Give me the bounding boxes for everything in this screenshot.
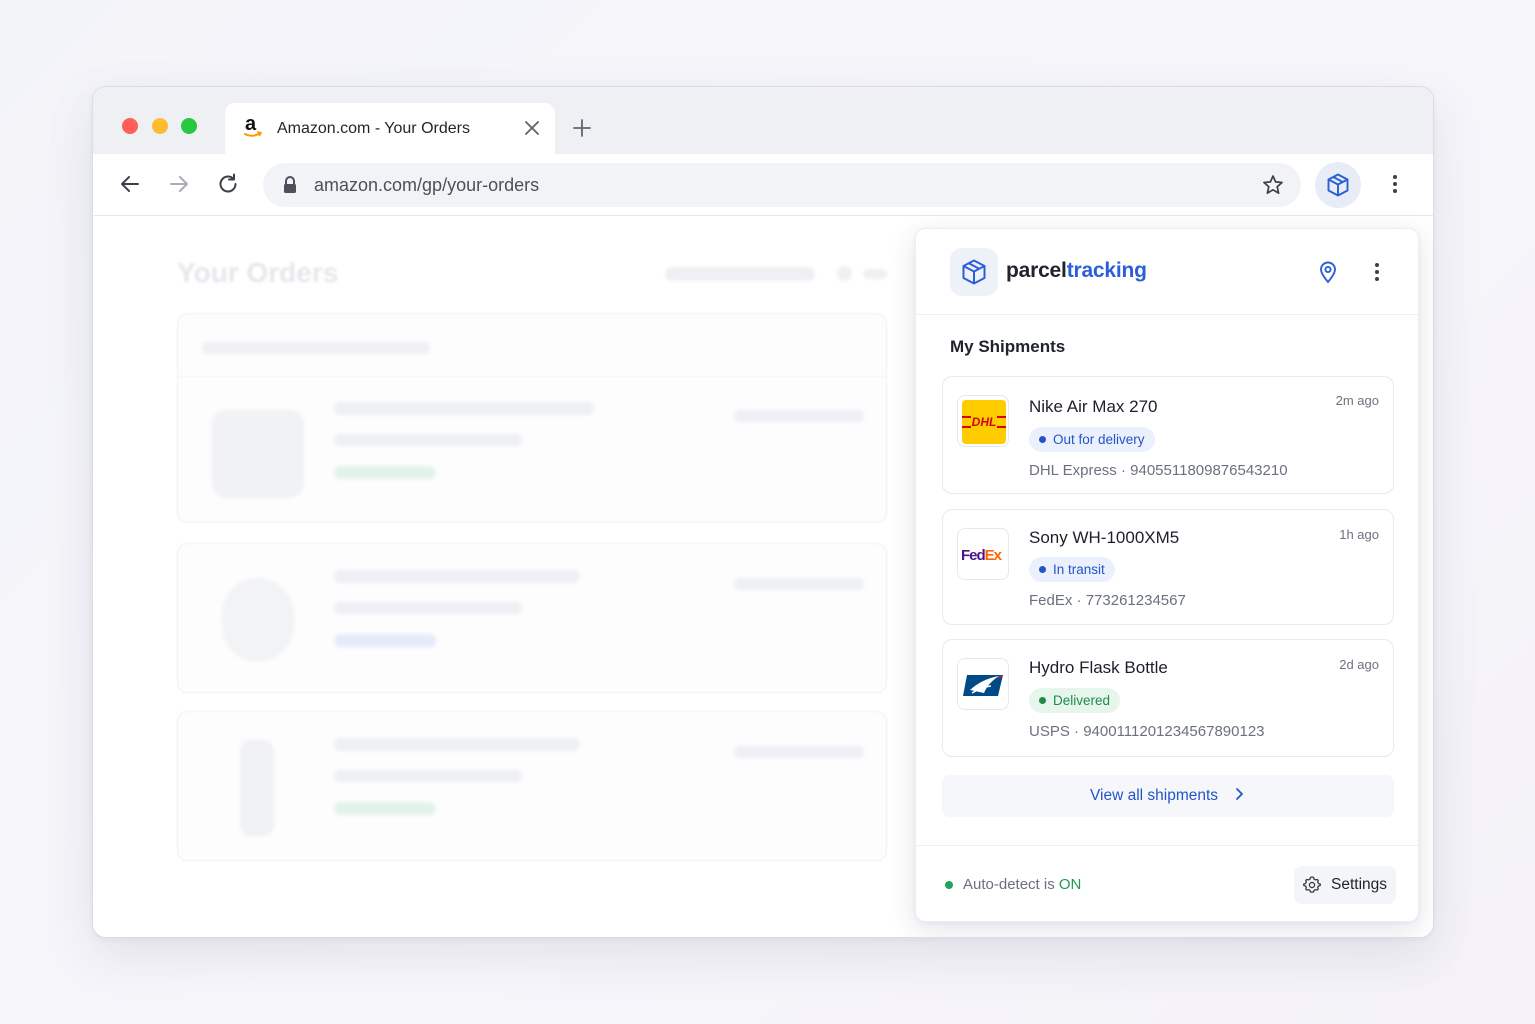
shipment-time: 2m ago [1335, 393, 1379, 408]
view-all-shipments-button[interactable]: View all shipments [942, 775, 1394, 817]
skeleton-bar [734, 746, 864, 758]
more-options-icon[interactable] [1366, 260, 1388, 284]
reload-icon[interactable] [216, 172, 240, 196]
skeleton-bar [334, 634, 436, 647]
browser-toolbar: amazon.com/gp/your-orders [93, 154, 1433, 216]
lock-icon [284, 176, 296, 193]
package-icon [1327, 173, 1349, 197]
shipment-meta: FedEx · 773261234567 [1029, 592, 1186, 609]
order-card-ghost [177, 543, 887, 693]
skeleton-bar [334, 602, 522, 614]
url-text: amazon.com/gp/your-orders [314, 175, 540, 195]
forward-arrow-icon[interactable] [167, 172, 191, 196]
amazon-favicon-icon: a [244, 113, 263, 137]
tab-strip: a Amazon.com - Your Orders [93, 87, 1433, 154]
order-card-ghost [177, 711, 887, 861]
view-all-label: View all shipments [1089, 787, 1219, 804]
popup-header: parceltracking [916, 229, 1418, 315]
new-tab-icon[interactable] [571, 117, 593, 139]
minimize-window-button[interactable] [152, 118, 168, 134]
usps-logo [957, 658, 1009, 710]
dhl-logo-icon: DHL [962, 400, 1006, 444]
page-heading: Your Orders [177, 257, 339, 288]
shipment-time: 1h ago [1339, 527, 1379, 542]
skeleton-bar [202, 342, 430, 354]
settings-button[interactable]: Settings [1294, 866, 1396, 904]
skeleton-bar [734, 578, 864, 590]
skeleton-bar [334, 738, 580, 751]
shipment-card[interactable]: FedEx . Sony WH-1000XM5 1h ago In transi… [942, 509, 1394, 625]
browser-menu-icon[interactable] [1383, 172, 1407, 196]
skeleton-bar [334, 434, 522, 446]
section-title: My Shipments [950, 337, 1066, 356]
brand-logo [950, 248, 998, 296]
skeleton-dot [837, 266, 852, 281]
status-indicator-dot [945, 881, 953, 889]
shipment-meta: USPS · 9400111201234567890123 [1029, 723, 1265, 740]
maximize-window-button[interactable] [181, 118, 197, 134]
address-bar[interactable]: amazon.com/gp/your-orders [263, 163, 1301, 207]
parcel-extension-button[interactable] [1315, 162, 1361, 208]
fedex-logo-icon: FedEx . [961, 547, 1004, 564]
shipment-card[interactable]: Hydro Flask Bottle 2d ago Delivered USPS… [942, 639, 1394, 757]
package-icon [962, 259, 986, 285]
close-tab-icon[interactable] [523, 119, 541, 137]
svg-text:FedEx: FedEx [961, 547, 1003, 564]
browser-window: a Amazon.com - Your Orders amazon.com/gp… [92, 86, 1434, 938]
auto-detect-status: Auto-detect is ON [963, 876, 1082, 893]
product-image-ghost [240, 740, 274, 836]
status-badge: Out for delivery [1029, 427, 1155, 452]
product-image-ghost [212, 410, 304, 498]
skeleton-bar [863, 269, 887, 279]
shipment-meta: DHL Express · 9405511809876543210 [1029, 462, 1288, 479]
shipment-name: Hydro Flask Bottle [1029, 658, 1168, 677]
shipment-name: Sony WH-1000XM5 [1029, 528, 1180, 547]
fedex-logo: FedEx . [957, 528, 1009, 580]
chevron-right-icon [1236, 788, 1243, 800]
svg-text:.: . [1001, 556, 1002, 562]
skeleton-bar [334, 770, 522, 782]
skeleton-bar [665, 267, 815, 281]
brand-name: parceltracking [1006, 259, 1147, 282]
settings-label: Settings [1331, 876, 1388, 893]
shipment-name: Nike Air Max 270 [1029, 397, 1158, 416]
popup-footer: Auto-detect is ON Settings [916, 845, 1418, 923]
dhl-logo: DHL [957, 395, 1009, 447]
bookmark-star-icon[interactable] [1261, 173, 1285, 197]
skeleton-bar [334, 402, 594, 415]
gear-icon [1303, 876, 1321, 893]
shipment-card[interactable]: DHL Nike Air Max 270 2m ago Out for deli… [942, 376, 1394, 494]
parcel-tracking-popup: parceltracking My Shipments DHL Nike Air… [915, 228, 1419, 922]
close-window-button[interactable] [122, 118, 138, 134]
usps-eagle-logo-icon [963, 675, 1003, 696]
svg-text:DHL: DHL [972, 415, 997, 429]
tab-title: Amazon.com - Your Orders [277, 120, 470, 137]
tab-amazon-orders[interactable]: a Amazon.com - Your Orders [225, 103, 555, 154]
status-badge: In transit [1029, 557, 1115, 582]
shipment-time: 2d ago [1339, 657, 1379, 672]
status-badge: Delivered [1029, 688, 1121, 713]
skeleton-bar [334, 570, 580, 583]
order-card-ghost [177, 313, 887, 523]
back-arrow-icon[interactable] [118, 172, 142, 196]
skeleton-bar [334, 802, 436, 815]
skeleton-bar [334, 466, 436, 479]
svg-text:a: a [245, 113, 257, 135]
product-image-ghost [222, 578, 294, 662]
skeleton-bar [734, 410, 864, 422]
location-pin-icon[interactable] [1317, 260, 1339, 284]
